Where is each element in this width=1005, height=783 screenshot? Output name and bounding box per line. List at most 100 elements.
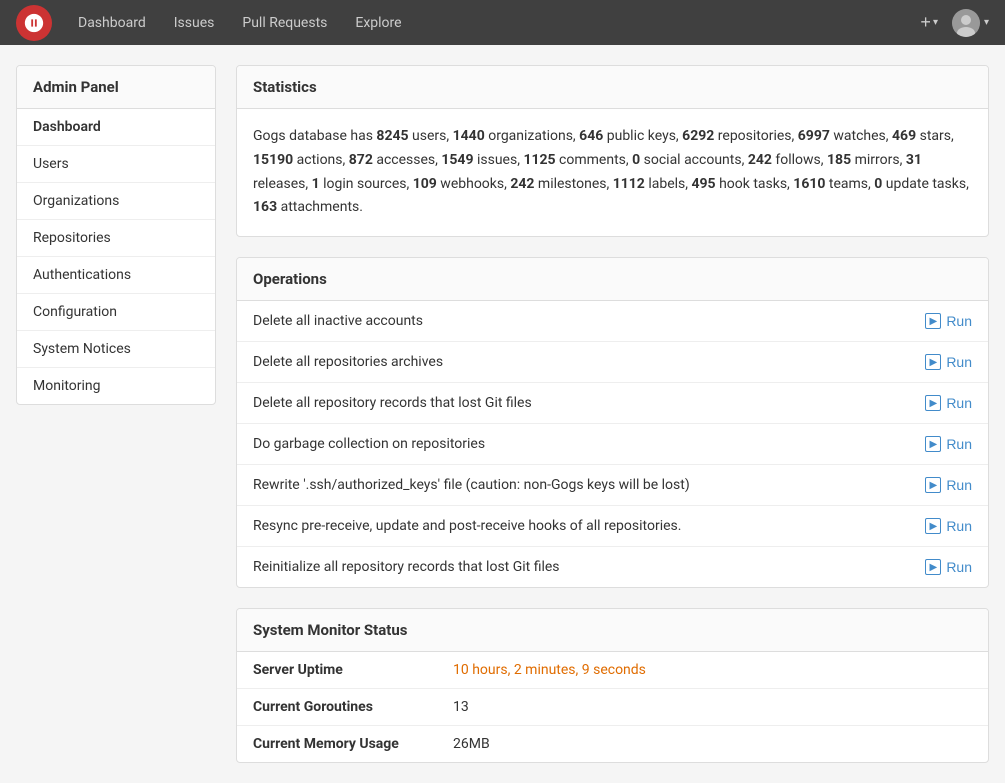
op-row-0: Delete all inactive accounts ▶ Run: [237, 301, 988, 342]
statistics-body: Gogs database has 8245 users, 1440 organ…: [237, 109, 988, 236]
page-wrap: Admin Panel Dashboard Users Organization…: [0, 45, 1005, 783]
monitor-label-0: Server Uptime: [253, 662, 453, 678]
system-monitor-title: System Monitor Status: [237, 609, 988, 652]
operations-list: Delete all inactive accounts ▶ Run Delet…: [237, 301, 988, 587]
sidebar-item-dashboard[interactable]: Dashboard: [17, 109, 215, 146]
statistics-title: Statistics: [237, 66, 988, 109]
logo-icon: [23, 12, 45, 34]
op-row-3: Do garbage collection on repositories ▶ …: [237, 424, 988, 465]
op-row-4: Rewrite '.ssh/authorized_keys' file (cau…: [237, 465, 988, 506]
stat-follows: 242: [748, 152, 772, 168]
run-icon-2: ▶: [925, 395, 941, 411]
avatar: [952, 9, 980, 37]
monitor-value-0: 10 hours, 2 minutes, 9 seconds: [453, 662, 646, 678]
op-row-5: Resync pre-receive, update and post-rece…: [237, 506, 988, 547]
stat-public-keys: 646: [579, 128, 603, 144]
nav-issues[interactable]: Issues: [160, 0, 229, 45]
monitor-label-2: Current Memory Usage: [253, 736, 453, 752]
stat-labels: 1112: [613, 176, 645, 192]
stat-milestones: 242: [510, 176, 534, 192]
op-run-label-3: Run: [946, 436, 972, 452]
sidebar-item-configuration[interactable]: Configuration: [17, 294, 215, 331]
op-run-label-5: Run: [946, 518, 972, 534]
monitor-row-0: Server Uptime 10 hours, 2 minutes, 9 sec…: [237, 652, 988, 689]
stat-login-sources: 1: [312, 176, 320, 192]
op-row-2: Delete all repository records that lost …: [237, 383, 988, 424]
user-menu[interactable]: ▾: [952, 9, 989, 37]
stat-repositories: 6292: [682, 128, 714, 144]
op-run-label-2: Run: [946, 395, 972, 411]
sidebar-title: Admin Panel: [17, 66, 215, 109]
nav-dashboard[interactable]: Dashboard: [64, 0, 160, 45]
run-icon-3: ▶: [925, 436, 941, 452]
main-content: Statistics Gogs database has 8245 users,…: [236, 65, 989, 763]
op-run-4[interactable]: ▶ Run: [925, 477, 972, 493]
op-run-3[interactable]: ▶ Run: [925, 436, 972, 452]
op-label-3: Do garbage collection on repositories: [253, 436, 485, 452]
op-label-0: Delete all inactive accounts: [253, 313, 423, 329]
stat-social-accounts: 0: [632, 152, 640, 168]
op-run-2[interactable]: ▶ Run: [925, 395, 972, 411]
op-label-6: Reinitialize all repository records that…: [253, 559, 560, 575]
op-run-label-0: Run: [946, 313, 972, 329]
stat-issues: 1549: [441, 152, 473, 168]
main-header: Dashboard Issues Pull Requests Explore +…: [0, 0, 1005, 45]
monitor-row-2: Current Memory Usage 26MB: [237, 726, 988, 762]
nav-explore[interactable]: Explore: [341, 0, 415, 45]
plus-icon: +: [920, 12, 931, 33]
avatar-image: [952, 9, 980, 37]
monitor-value-2: 26MB: [453, 736, 490, 752]
run-icon-1: ▶: [925, 354, 941, 370]
stat-attachments: 163: [253, 199, 277, 215]
main-nav: Dashboard Issues Pull Requests Explore: [64, 0, 914, 45]
op-label-5: Resync pre-receive, update and post-rece…: [253, 518, 681, 534]
user-chevron-icon: ▾: [984, 17, 989, 28]
op-run-label-6: Run: [946, 559, 972, 575]
sidebar: Admin Panel Dashboard Users Organization…: [16, 65, 216, 405]
op-row-1: Delete all repositories archives ▶ Run: [237, 342, 988, 383]
sidebar-item-authentications[interactable]: Authentications: [17, 257, 215, 294]
stat-webhooks: 109: [413, 176, 437, 192]
op-run-6[interactable]: ▶ Run: [925, 559, 972, 575]
add-button[interactable]: + ▾: [914, 12, 944, 33]
stat-accesses: 872: [349, 152, 373, 168]
run-icon-5: ▶: [925, 518, 941, 534]
stat-releases: 31: [906, 152, 922, 168]
run-icon-4: ▶: [925, 477, 941, 493]
sidebar-item-monitoring[interactable]: Monitoring: [17, 368, 215, 404]
stat-comments: 1125: [523, 152, 555, 168]
stat-watches: 6997: [798, 128, 830, 144]
run-icon-0: ▶: [925, 313, 941, 329]
stat-organizations: 1440: [453, 128, 485, 144]
operations-card: Operations Delete all inactive accounts …: [236, 257, 989, 588]
stat-actions: 15190: [253, 152, 293, 168]
header-right: + ▾ ▾: [914, 9, 989, 37]
monitor-label-1: Current Goroutines: [253, 699, 453, 715]
op-label-1: Delete all repositories archives: [253, 354, 443, 370]
op-run-1[interactable]: ▶ Run: [925, 354, 972, 370]
op-run-0[interactable]: ▶ Run: [925, 313, 972, 329]
system-monitor-list: Server Uptime 10 hours, 2 minutes, 9 sec…: [237, 652, 988, 762]
op-run-label-1: Run: [946, 354, 972, 370]
stat-users: 8245: [376, 128, 408, 144]
op-label-2: Delete all repository records that lost …: [253, 395, 532, 411]
stat-mirrors: 185: [827, 152, 851, 168]
sidebar-item-system-notices[interactable]: System Notices: [17, 331, 215, 368]
monitor-value-1: 13: [453, 699, 469, 715]
sidebar-item-organizations[interactable]: Organizations: [17, 183, 215, 220]
add-chevron-icon: ▾: [933, 17, 938, 28]
sidebar-item-users[interactable]: Users: [17, 146, 215, 183]
operations-title: Operations: [237, 258, 988, 301]
stat-stars: 469: [892, 128, 916, 144]
op-run-5[interactable]: ▶ Run: [925, 518, 972, 534]
statistics-card: Statistics Gogs database has 8245 users,…: [236, 65, 989, 237]
op-label-4: Rewrite '.ssh/authorized_keys' file (cau…: [253, 477, 690, 493]
stat-update-tasks: 0: [874, 176, 882, 192]
nav-pull-requests[interactable]: Pull Requests: [228, 0, 341, 45]
op-run-label-4: Run: [946, 477, 972, 493]
logo[interactable]: [16, 5, 52, 41]
op-row-6: Reinitialize all repository records that…: [237, 547, 988, 587]
statistics-text: Gogs database has 8245 users, 1440 organ…: [253, 125, 972, 220]
stat-teams: 1610: [793, 176, 825, 192]
sidebar-item-repositories[interactable]: Repositories: [17, 220, 215, 257]
